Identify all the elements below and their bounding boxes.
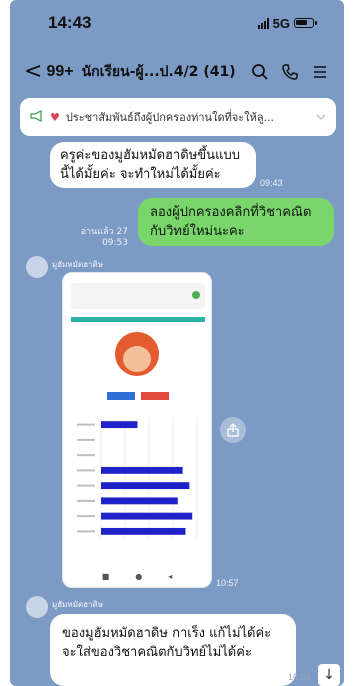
announcement-banner[interactable]: ♥ ประชาสัมพันธ์ถึงผู้ปกครองท่านใดที่จะให… <box>20 98 336 136</box>
chart-category-label <box>77 530 95 533</box>
chart-category-label <box>77 515 95 518</box>
sender-name: มูฮัมหมัดฮาดิษ <box>52 600 104 609</box>
message-text: ลองผู้ปกครองคลิกที่วิชาคณิตกับวิทย์ใหม่น… <box>150 205 312 239</box>
message-bubble[interactable]: ครูค่ะของมูฮัมหมัดฮาดิษขึ้นแบบนี้ได้มั้ย… <box>50 142 256 188</box>
share-icon[interactable] <box>220 417 246 443</box>
message-bubble[interactable]: ของมูฮัมหมัดฮาดิษ กาเร็ง แก้ไม่ได้ค่ะ จะ… <box>50 614 296 686</box>
status-indicators: 5G <box>257 15 317 31</box>
back-button[interactable]: < <box>24 61 42 83</box>
avatar[interactable] <box>26 256 48 278</box>
image-profile-card <box>71 317 205 401</box>
signal-icon <box>257 17 269 29</box>
chat-screen: 14:43 5G < 99+ นักเรียน-ผู้...ป.4/2 (41)… <box>10 0 344 686</box>
announcement-text: ประชาสัมพันธ์ถึงผู้ปกครองท่านใดที่จะให้ล… <box>65 111 275 124</box>
image-avatar-illustration <box>115 332 159 376</box>
battery-icon <box>294 18 317 28</box>
chart-category-label <box>77 469 95 472</box>
chart-bar <box>101 466 183 474</box>
image-bar-chart <box>77 417 198 539</box>
search-icon[interactable] <box>246 58 274 86</box>
chat-header: < 99+ นักเรียน-ผู้...ป.4/2 (41) <box>10 52 344 92</box>
avatar[interactable] <box>26 596 48 618</box>
image-greeting-line <box>71 382 205 387</box>
image-browser-bar <box>71 283 205 309</box>
flag-icon: ♥ <box>50 110 60 124</box>
scroll-to-bottom-button[interactable]: ↓ <box>318 664 340 686</box>
message-text: ครูค่ะของมูฮัมหมัดฮาดิษขึ้นแบบนี้ได้มั้ย… <box>60 148 240 182</box>
chart-bar <box>101 527 186 535</box>
chart-bar <box>101 482 190 490</box>
image-nav-back-icon: ◂ <box>168 572 173 581</box>
phone-icon[interactable] <box>276 58 304 86</box>
image-button-red <box>141 392 169 400</box>
read-receipt: อ่านแล้ว 27 09:53 <box>72 227 128 249</box>
image-nav-recent-icon: ■ <box>101 572 110 581</box>
chat-room-title[interactable]: นักเรียน-ผู้...ป.4/2 (41) <box>82 61 244 83</box>
chart-category-label <box>77 423 95 426</box>
chart-category-label <box>77 454 95 457</box>
chart-category-label <box>77 499 95 502</box>
network-label: 5G <box>272 15 290 31</box>
sender-name: มูฮัมหมัดฮาดิษ <box>52 260 104 269</box>
chevron-down-icon[interactable] <box>316 111 326 124</box>
image-message[interactable]: ■ ● ◂ <box>62 272 212 588</box>
image-nav-home-icon: ● <box>135 572 143 581</box>
image-android-nav: ■ ● ◂ <box>63 572 211 581</box>
chart-category-label <box>77 438 95 441</box>
chart-bar <box>101 497 178 505</box>
status-bar: 14:43 5G <box>10 0 344 46</box>
menu-icon[interactable] <box>306 58 334 86</box>
message-time: 09:43 <box>260 178 283 188</box>
read-count: อ่านแล้ว 27 <box>80 227 128 237</box>
chart-category-label <box>77 484 95 487</box>
chart-bar <box>101 512 193 520</box>
megaphone-icon <box>30 109 44 125</box>
unread-count: 99+ <box>46 63 74 80</box>
image-status-dot <box>192 291 200 299</box>
message-time: 10:58 <box>288 672 311 682</box>
chart-bar <box>101 421 138 429</box>
message-time: 09:53 <box>102 238 128 248</box>
status-time: 14:43 <box>48 13 92 32</box>
message-bubble[interactable]: ลองผู้ปกครองคลิกที่วิชาคณิตกับวิทย์ใหม่น… <box>138 198 334 246</box>
message-text: ของมูฮัมหมัดฮาดิษ กาเร็ง แก้ไม่ได้ค่ะ จะ… <box>62 626 272 660</box>
image-button-blue <box>107 392 135 400</box>
message-time: 10:57 <box>216 578 239 588</box>
arrow-down-icon: ↓ <box>323 667 335 683</box>
